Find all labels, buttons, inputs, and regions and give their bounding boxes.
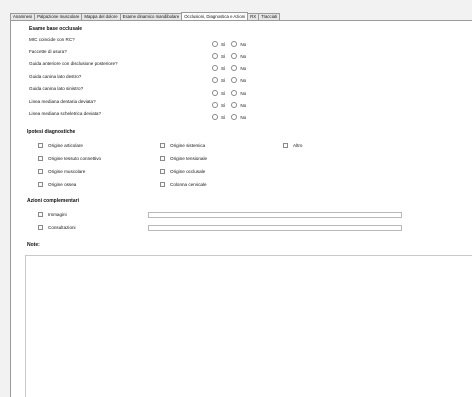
radio-yes-label: Sì [221, 114, 226, 120]
yes-no-group: Sì No [212, 65, 252, 71]
yes-no-group: Sì No [212, 41, 252, 47]
checkbox-altro[interactable]: Altro [283, 143, 302, 148]
radio-yes-label: Sì [221, 77, 226, 83]
radio-no-label: No [240, 102, 247, 108]
radio-yes[interactable] [212, 53, 218, 59]
checkbox-box[interactable] [160, 156, 165, 161]
checkbox-label: Immagini [48, 212, 67, 217]
checkbox-origine-articolare[interactable]: Origine articolare [38, 143, 83, 148]
checkbox-box[interactable] [38, 143, 43, 148]
checkbox-label: Colonna cervicale [170, 182, 207, 187]
radio-yes[interactable] [212, 77, 218, 83]
radio-no-label: No [240, 41, 247, 47]
radio-no[interactable] [231, 114, 238, 120]
yes-no-group: Sì No [212, 77, 252, 83]
radio-no-label: No [240, 65, 247, 71]
checkbox-box[interactable] [38, 212, 43, 217]
radio-yes-label: Sì [221, 41, 226, 47]
question-label: Guida anteriore con disclusione posterio… [29, 61, 118, 66]
checkbox-origine-tessuto-connettivo[interactable]: Origine tessuto connettivo [38, 156, 101, 161]
radio-no-label: No [240, 90, 247, 96]
yes-no-group: Sì No [212, 53, 252, 59]
question-label: Guida canina lato destro? [29, 74, 82, 79]
tab-anamnesi[interactable]: Anamnesi [10, 13, 36, 20]
question-label: MIC coincide con RC? [29, 37, 75, 42]
radio-no[interactable] [231, 53, 238, 59]
question-label: Guida canina lato sinistro? [29, 86, 84, 91]
radio-no-label: No [240, 77, 247, 83]
checkbox-colonna-cervicale[interactable]: Colonna cervicale [160, 182, 207, 187]
radio-yes-label: Sì [221, 102, 226, 108]
yes-no-group: Sì No [212, 102, 252, 108]
notes-textarea[interactable] [25, 255, 472, 397]
checkbox-box[interactable] [160, 169, 165, 174]
tab-palpazione-muscolare[interactable]: Palpazione muscolare [34, 13, 83, 20]
radio-no[interactable] [231, 77, 238, 83]
checkbox-box[interactable] [160, 182, 165, 187]
radio-no[interactable] [231, 65, 238, 71]
question-label: Linea mediana scheletrica deviata? [29, 111, 102, 116]
checkbox-consultazioni[interactable]: Consultazioni [38, 225, 76, 230]
radio-yes-label: Sì [221, 53, 226, 59]
checkbox-origine-occlusale[interactable]: Origine occlusale [160, 169, 205, 174]
checkbox-box[interactable] [38, 225, 43, 230]
radio-yes[interactable] [212, 102, 218, 108]
yes-no-group: Sì No [212, 114, 252, 120]
tab-occlusioni-diagnostica-azioni[interactable]: Occlusioni, Diagnostica e Azioni [181, 12, 249, 20]
checkbox-label: Origine ossea [48, 182, 77, 187]
checkbox-origine-ossea[interactable]: Origine ossea [38, 182, 76, 187]
yes-no-group: Sì No [212, 90, 252, 96]
hypotheses-section-title: Ipotesi diagnostiche [27, 129, 76, 135]
checkbox-box[interactable] [160, 143, 165, 148]
radio-yes[interactable] [212, 65, 218, 71]
consultazioni-field[interactable] [148, 225, 402, 231]
checkbox-label: Origine occlusale [170, 169, 206, 174]
checkbox-label: Origine muscolare [48, 169, 86, 174]
radio-no-label: No [240, 114, 247, 120]
checkbox-origine-tensionale[interactable]: Origine tensionale [160, 156, 207, 161]
radio-yes-label: Sì [221, 65, 226, 71]
radio-yes[interactable] [212, 90, 218, 96]
checkbox-box[interactable] [38, 169, 43, 174]
checkbox-origine-muscolare[interactable]: Origine muscolare [38, 169, 85, 174]
exam-section-title: Esame base occlusale [29, 26, 83, 32]
checkbox-label: Consultazioni [48, 225, 76, 230]
checkbox-label: Origine tessuto connettivo [48, 156, 102, 161]
radio-no-label: No [240, 53, 247, 59]
tab-mappa-del-dolore[interactable]: Mappa del dolore [81, 13, 121, 20]
radio-no[interactable] [231, 90, 238, 96]
question-label: Linea mediana dentaria deviata? [29, 99, 96, 104]
radio-yes[interactable] [212, 41, 218, 47]
checkbox-origine-sistemica[interactable]: Origine sistemica [160, 143, 205, 148]
radio-no[interactable] [231, 102, 238, 108]
checkbox-label: Origine sistemica [170, 143, 206, 148]
radio-no[interactable] [231, 41, 238, 47]
actions-section-title: Azioni complementari [27, 198, 79, 204]
notes-label: Note: [27, 242, 40, 248]
radio-yes-label: Sì [221, 90, 226, 96]
checkbox-label: Origine articolare [48, 143, 83, 148]
immagini-field[interactable] [148, 212, 402, 218]
checkbox-label: Altro [293, 143, 303, 148]
checkbox-box[interactable] [38, 182, 43, 187]
tab-tracciati[interactable]: Tracciati [258, 13, 281, 20]
checkbox-box[interactable] [283, 143, 288, 148]
radio-yes[interactable] [212, 114, 218, 120]
question-label: Faccette di usura? [29, 49, 67, 54]
checkbox-box[interactable] [38, 156, 43, 161]
tab-esame-dinamico-mandibolare[interactable]: Esame dinamico mandibolare [119, 13, 183, 20]
tab-bar: Anamnesi Palpazione muscolare Mappa del … [10, 12, 281, 20]
checkbox-immagini[interactable]: Immagini [38, 212, 67, 217]
checkbox-label: Origine tensionale [170, 156, 208, 161]
